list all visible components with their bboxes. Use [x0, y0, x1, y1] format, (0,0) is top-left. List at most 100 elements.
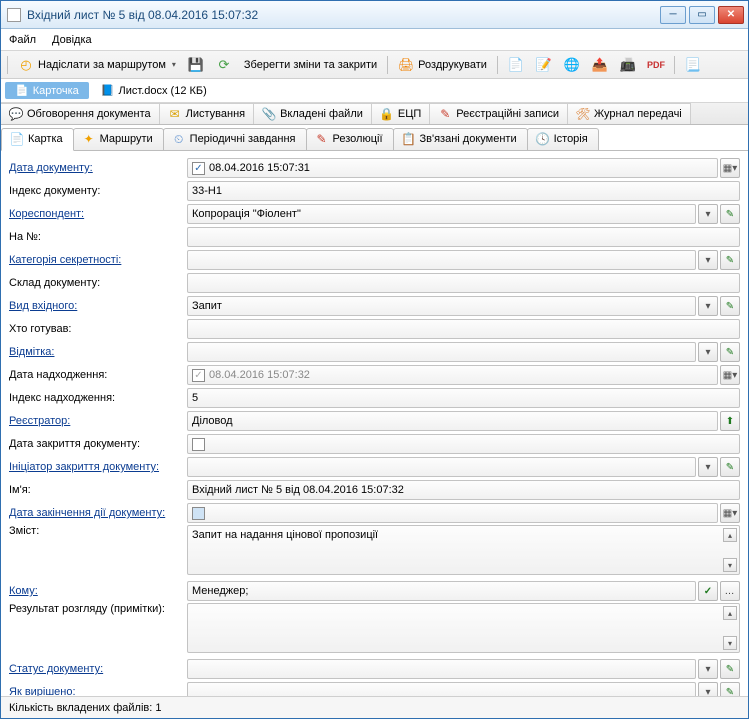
dropdown-button[interactable]: ▾	[698, 659, 718, 679]
print-button[interactable]: 🖨 Роздрукувати	[394, 55, 491, 75]
checkbox-icon[interactable]	[192, 507, 205, 520]
field-doc-date[interactable]: ✓ 08.04.2016 15:07:31	[187, 158, 718, 178]
edit-button[interactable]: ✎	[720, 682, 740, 696]
tool-icon-3[interactable]: 🌐	[560, 55, 584, 75]
label-incoming-type[interactable]: Вид вхідного:	[9, 300, 187, 312]
scroll-up-button[interactable]: ▴	[723, 528, 737, 542]
label-resolved[interactable]: Як вирішено:	[9, 686, 187, 696]
dropdown-button[interactable]: ▾	[698, 250, 718, 270]
more-button[interactable]: …	[720, 581, 740, 601]
doc-attachment[interactable]: 📘 Лист.docx (12 КБ)	[95, 82, 213, 99]
field-registrar[interactable]: Діловод	[187, 411, 718, 431]
tab-reg[interactable]: ✎ Реєстраційні записи	[430, 103, 568, 124]
date-dropdown-button[interactable]: ▦▾	[720, 365, 740, 385]
label-to-whom[interactable]: Кому:	[9, 585, 187, 597]
tab-attachments[interactable]: 📎 Вкладені файли	[254, 103, 372, 124]
field-result[interactable]: ▴ ▾	[187, 603, 740, 653]
field-incoming-type[interactable]: Запит	[187, 296, 696, 316]
dropdown-button[interactable]: ▾	[698, 296, 718, 316]
maximize-button[interactable]: ▭	[689, 6, 715, 24]
save-close-button[interactable]: Зберегти зміни та закрити	[240, 57, 381, 73]
refresh-button[interactable]: ⟳	[212, 55, 236, 75]
menu-help[interactable]: Довідка	[52, 34, 92, 46]
tool-icon-6[interactable]: 📃	[681, 55, 705, 75]
field-expiry[interactable]	[187, 503, 718, 523]
field-status[interactable]	[187, 659, 696, 679]
field-to-whom[interactable]: Менеджер;	[187, 581, 696, 601]
label-expiry[interactable]: Дата закінчення дії документу:	[9, 507, 187, 519]
scroll-down-button[interactable]: ▾	[723, 636, 737, 650]
label-secrecy[interactable]: Категорія секретності:	[9, 254, 187, 266]
up-button[interactable]: ⬆	[720, 411, 740, 431]
tool-icon-4[interactable]: 📤	[588, 55, 612, 75]
doc-attachment-label: Лист.docx (12 КБ)	[119, 85, 207, 97]
checkbox-icon[interactable]	[192, 438, 205, 451]
tab-history[interactable]: 🕓 Історія	[527, 128, 599, 150]
edit-button[interactable]: ✎	[720, 250, 740, 270]
label-content: Зміст:	[9, 525, 187, 537]
tab-mailing[interactable]: ✉ Листування	[160, 103, 254, 124]
dropdown-button[interactable]: ▾	[698, 457, 718, 477]
tool-icon-5[interactable]: 📠	[616, 55, 640, 75]
field-name[interactable]: Вхідний лист № 5 від 08.04.2016 15:07:32	[187, 480, 740, 500]
date-dropdown-button[interactable]: ▦▾	[720, 503, 740, 523]
label-status[interactable]: Статус документу:	[9, 663, 187, 675]
menu-file[interactable]: Файл	[9, 34, 36, 46]
label-doc-date[interactable]: Дата документу:	[9, 162, 187, 174]
checkbox-icon[interactable]: ✓	[192, 162, 205, 175]
field-arrival-index[interactable]: 5	[187, 388, 740, 408]
periodic-icon: ⏲	[172, 132, 186, 146]
close-button[interactable]: ✕	[718, 6, 744, 24]
toolbar: ◴ Надіслати за маршрутом ▾ 💾 ⟳ Зберегти …	[1, 51, 748, 79]
field-close-date[interactable]	[187, 434, 740, 454]
save-button[interactable]: 💾	[184, 55, 208, 75]
save-close-label: Зберегти зміни та закрити	[244, 59, 377, 71]
label-mark[interactable]: Відмітка:	[9, 346, 187, 358]
edit-button[interactable]: ✎	[720, 659, 740, 679]
minimize-button[interactable]: ─	[660, 6, 686, 24]
checkbox-icon[interactable]: ✓	[192, 369, 205, 382]
tool-icon-pdf[interactable]: PDF	[644, 55, 668, 75]
tab-linked[interactable]: 📋 Зв'язані документи	[393, 128, 528, 150]
tool-icon-2[interactable]: 📝	[532, 55, 556, 75]
label-result: Результат розгляду (примітки):	[9, 603, 187, 615]
dropdown-button[interactable]: ▾	[698, 204, 718, 224]
field-doc-index[interactable]: 33-Н1	[187, 181, 740, 201]
dropdown-button[interactable]: ▾	[698, 342, 718, 362]
date-dropdown-button[interactable]: ▦▾	[720, 158, 740, 178]
field-correspondent[interactable]: Копрорація "Фіолент"	[187, 204, 696, 224]
tool-icon-1[interactable]: 📄	[504, 55, 528, 75]
edit-button[interactable]: ✎	[720, 296, 740, 316]
edit-button[interactable]: ✎	[720, 457, 740, 477]
field-prepared-by[interactable]	[187, 319, 740, 339]
field-arrival-date[interactable]: ✓ 08.04.2016 15:07:32	[187, 365, 718, 385]
send-route-button[interactable]: ◴ Надіслати за маршрутом ▾	[14, 55, 180, 75]
ok-button[interactable]: ✓	[698, 581, 718, 601]
label-close-initiator[interactable]: Ініціатор закриття документу:	[9, 461, 187, 473]
field-on-no[interactable]	[187, 227, 740, 247]
tab-discussion[interactable]: 💬 Обговорення документа	[1, 103, 160, 124]
field-secrecy[interactable]	[187, 250, 696, 270]
separator	[7, 56, 8, 74]
scroll-down-button[interactable]: ▾	[723, 558, 737, 572]
label-correspondent[interactable]: Кореспондент:	[9, 208, 187, 220]
dropdown-button[interactable]: ▾	[698, 682, 718, 696]
tab-periodic[interactable]: ⏲ Періодичні завдання	[163, 128, 307, 150]
edit-button[interactable]: ✎	[720, 204, 740, 224]
edit-button[interactable]: ✎	[720, 342, 740, 362]
lower-tabs: 📄 Картка ✦ Маршрути ⏲ Періодичні завданн…	[1, 125, 748, 151]
tab-sign[interactable]: 🔒 ЕЦП	[372, 103, 430, 124]
field-composition[interactable]	[187, 273, 740, 293]
tab-card[interactable]: 📄 Картка	[1, 128, 74, 151]
field-close-initiator[interactable]	[187, 457, 696, 477]
tab-journal[interactable]: 🛠 Журнал передачі	[568, 103, 691, 124]
page-icon: 📃	[685, 57, 701, 73]
field-resolved[interactable]	[187, 682, 696, 696]
scroll-up-button[interactable]: ▴	[723, 606, 737, 620]
tab-routes[interactable]: ✦ Маршрути	[73, 128, 164, 150]
tab-resolutions[interactable]: ✎ Резолюції	[306, 128, 394, 150]
field-mark[interactable]	[187, 342, 696, 362]
label-registrar[interactable]: Реєстратор:	[9, 415, 187, 427]
card-attachment[interactable]: 📄 Карточка	[5, 82, 89, 99]
field-content[interactable]: Запит на надання цінової пропозиції ▴ ▾	[187, 525, 740, 575]
